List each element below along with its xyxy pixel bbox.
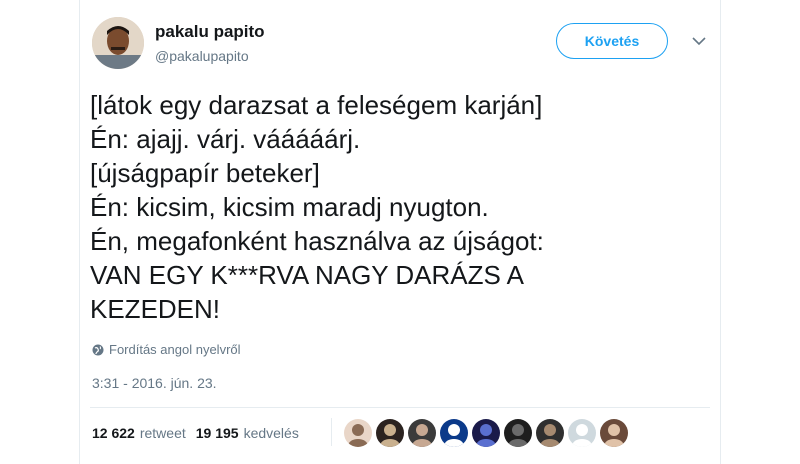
timestamp[interactable]: 3:31 - 2016. jún. 23.: [92, 375, 217, 391]
tweet-stats: 12 622 retweet 19 195 kedvelés: [92, 425, 309, 441]
like-stat[interactable]: 19 195 kedvelés: [196, 425, 299, 441]
liker-avatar[interactable]: [376, 419, 404, 447]
user-photo: [92, 17, 144, 69]
liker-avatar[interactable]: [472, 419, 500, 447]
divider: [90, 407, 710, 408]
tweet-line: KEZEDEN!: [90, 294, 221, 324]
stats-divider: [331, 418, 332, 446]
liker-avatars: [344, 419, 632, 447]
translate-label: Fordítás angol nyelvről: [109, 342, 241, 357]
user-handle[interactable]: @pakalupapito: [155, 48, 249, 64]
liker-avatar[interactable]: [600, 419, 628, 447]
liker-avatar[interactable]: [344, 419, 372, 447]
like-count: 19 195: [195, 425, 239, 441]
globe-icon: [92, 344, 104, 355]
retweet-count: 12 622: [92, 425, 135, 441]
follow-button[interactable]: Követés: [556, 23, 668, 59]
liker-avatar[interactable]: [440, 419, 468, 447]
tweet-line: [látok egy darazsat a feleségem karján]: [90, 90, 543, 120]
tweet-line: Én: ajajj. várj. vááááárj.: [90, 124, 361, 154]
like-label: kedvelés: [243, 425, 299, 441]
tweet-text: [látok egy darazsat a feleségem karján] …: [90, 88, 710, 326]
translate-link[interactable]: Fordítás angol nyelvről: [92, 342, 241, 357]
retweet-stat[interactable]: 12 622 retweet: [92, 425, 186, 441]
tweet-line: [újságpapír beteker]: [90, 158, 320, 188]
chevron-down-icon[interactable]: [691, 33, 707, 49]
tweet-line: VAN EGY K***RVA NAGY DARÁZS A: [90, 260, 524, 290]
retweet-label: retweet: [139, 425, 186, 441]
tweet-line: Én, megafonként használva az újságot:: [90, 226, 544, 256]
liker-avatar[interactable]: [504, 419, 532, 447]
tweet-line: Én: kicsim, kicsim maradj nyugton.: [90, 192, 489, 222]
user-name[interactable]: pakalu papito: [155, 22, 265, 42]
tweet-card: pakalu papito @pakalupapito Követés [lát…: [79, 0, 721, 464]
liker-avatar[interactable]: [568, 419, 596, 447]
liker-avatar[interactable]: [536, 419, 564, 447]
avatar[interactable]: [92, 17, 144, 69]
liker-avatar[interactable]: [408, 419, 436, 447]
